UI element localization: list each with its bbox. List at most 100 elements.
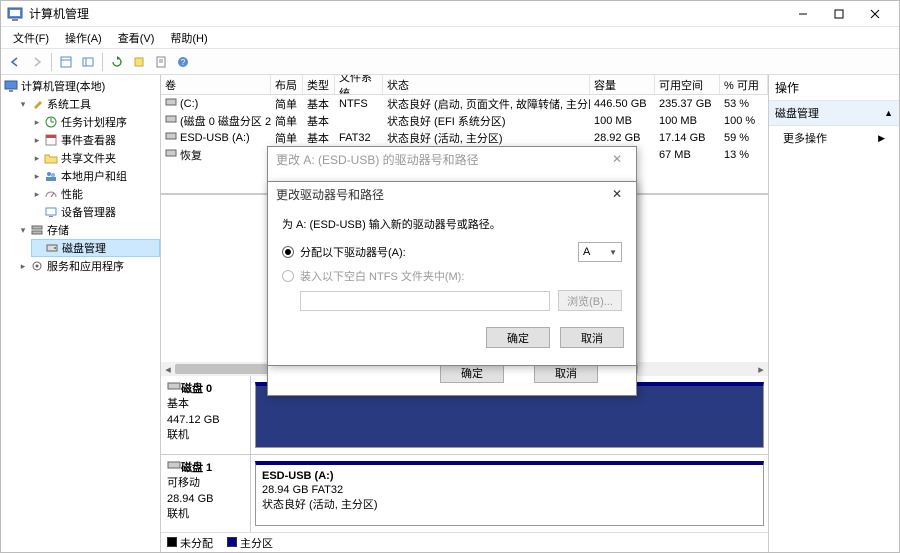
help-button[interactable]: ? bbox=[173, 52, 193, 72]
close-icon[interactable]: ✕ bbox=[606, 184, 628, 204]
radio-mount-folder[interactable]: 装入以下空白 NTFS 文件夹中(M): bbox=[282, 268, 622, 284]
svg-text:?: ? bbox=[181, 58, 186, 67]
collapse-icon: ▲ bbox=[884, 108, 893, 118]
disk-graphical-view: 磁盘 0 基本 447.12 GB 联机 磁盘 1 可移动 28.94 GB 联 bbox=[161, 376, 768, 532]
col-pct[interactable]: % 可用 bbox=[720, 75, 768, 94]
removable-disk-icon bbox=[167, 459, 181, 471]
expander-icon[interactable]: ▸ bbox=[31, 134, 43, 146]
actions-pane: 操作 磁盘管理 ▲ 更多操作 ▶ bbox=[769, 75, 899, 552]
cancel-button[interactable]: 取消 bbox=[560, 327, 624, 348]
browse-button: 浏览(B)... bbox=[558, 290, 622, 311]
actions-more[interactable]: 更多操作 ▶ bbox=[769, 126, 899, 150]
expander-icon[interactable]: ▸ bbox=[31, 116, 43, 128]
dialog-title[interactable]: 更改驱动器号和路径 ✕ bbox=[268, 182, 636, 206]
expander-icon[interactable]: ▸ bbox=[31, 170, 43, 182]
device-icon bbox=[43, 204, 59, 220]
col-layout[interactable]: 布局 bbox=[271, 75, 303, 94]
legend-swatch-primary bbox=[227, 537, 237, 547]
expander-icon[interactable]: ▸ bbox=[31, 188, 43, 200]
expander-icon[interactable]: ▾ bbox=[17, 98, 29, 110]
tree-pane: 计算机管理(本地) ▾ 系统工具 ▸任务计划程序 bbox=[1, 75, 161, 552]
volume-icon bbox=[165, 96, 177, 111]
col-capacity[interactable]: 容量 bbox=[590, 75, 655, 94]
dialog-change-letter: 更改驱动器号和路径 ✕ 为 A: (ESD-USB) 输入新的驱动器号或路径。 … bbox=[267, 181, 637, 366]
expander-icon[interactable]: ▸ bbox=[31, 152, 43, 164]
tree-devmgr[interactable]: 设备管理器 bbox=[31, 203, 160, 221]
disk-icon bbox=[167, 380, 181, 392]
titlebar: 计算机管理 bbox=[1, 1, 899, 27]
users-icon bbox=[43, 168, 59, 184]
radio-assign-letter[interactable]: 分配以下驱动器号(A): A ▼ bbox=[282, 242, 622, 262]
volume-row[interactable]: (磁盘 0 磁盘分区 2)简单基本状态良好 (EFI 系统分区)100 MB10… bbox=[161, 112, 768, 129]
app-title: 计算机管理 bbox=[29, 5, 785, 22]
tree-scheduler[interactable]: ▸任务计划程序 bbox=[31, 113, 160, 131]
app-window: 计算机管理 文件(F) 操作(A) 查看(V) 帮助(H) ? bbox=[0, 0, 900, 553]
tree-sharedfolders[interactable]: ▸共享文件夹 bbox=[31, 149, 160, 167]
tree-systools[interactable]: ▾ 系统工具 bbox=[17, 95, 160, 113]
col-volume[interactable]: 卷 bbox=[161, 75, 271, 94]
storage-icon bbox=[29, 222, 45, 238]
volume-icon bbox=[165, 147, 177, 162]
col-status[interactable]: 状态 bbox=[383, 75, 590, 94]
close-button[interactable] bbox=[857, 1, 893, 26]
forward-button[interactable] bbox=[27, 52, 47, 72]
tree-localusers[interactable]: ▸本地用户和组 bbox=[31, 167, 160, 185]
drive-letter-combo[interactable]: A ▼ bbox=[578, 242, 622, 262]
properties-button[interactable] bbox=[151, 52, 171, 72]
wrench-icon bbox=[29, 96, 45, 112]
folder-icon bbox=[43, 150, 59, 166]
col-free[interactable]: 可用空间 bbox=[655, 75, 720, 94]
toolbar-icon[interactable] bbox=[78, 52, 98, 72]
toolbar-icon[interactable] bbox=[56, 52, 76, 72]
volume-icon bbox=[165, 113, 177, 128]
event-icon bbox=[43, 132, 59, 148]
disk1-header: 磁盘 1 可移动 28.94 GB 联机 bbox=[161, 455, 251, 532]
menu-view[interactable]: 查看(V) bbox=[110, 28, 163, 48]
computer-icon bbox=[3, 78, 19, 94]
menu-file[interactable]: 文件(F) bbox=[5, 28, 57, 48]
volume-header: 卷 布局 类型 文件系统 状态 容量 可用空间 % 可用 bbox=[161, 75, 768, 95]
legend-swatch-unalloc bbox=[167, 537, 177, 547]
mount-path-input bbox=[300, 291, 550, 311]
menubar: 文件(F) 操作(A) 查看(V) 帮助(H) bbox=[1, 27, 899, 49]
radio-icon bbox=[282, 270, 294, 282]
toolbar-icon[interactable] bbox=[129, 52, 149, 72]
close-icon[interactable]: ✕ bbox=[606, 149, 628, 169]
toolbar: ? bbox=[1, 49, 899, 75]
actions-header: 操作 bbox=[769, 75, 899, 101]
disk-row-1[interactable]: 磁盘 1 可移动 28.94 GB 联机 ESD-USB (A:) 28.94 … bbox=[161, 454, 768, 532]
minimize-button[interactable] bbox=[785, 1, 821, 26]
clock-icon bbox=[43, 114, 59, 130]
expander-icon[interactable]: ▾ bbox=[17, 224, 29, 236]
tree-eventviewer[interactable]: ▸事件查看器 bbox=[31, 131, 160, 149]
chevron-right-icon: ▶ bbox=[878, 133, 885, 144]
radio-icon bbox=[282, 246, 294, 258]
expander-icon[interactable]: ▸ bbox=[17, 260, 29, 272]
col-fs[interactable]: 文件系统 bbox=[335, 75, 383, 94]
tree-diskmgmt[interactable]: 磁盘管理 bbox=[31, 239, 160, 257]
volume-row[interactable]: (C:)简单基本NTFS状态良好 (启动, 页面文件, 故障转储, 主分区)44… bbox=[161, 95, 768, 112]
maximize-button[interactable] bbox=[821, 1, 857, 26]
ok-button[interactable]: 确定 bbox=[486, 327, 550, 348]
refresh-button[interactable] bbox=[107, 52, 127, 72]
disk0-header: 磁盘 0 基本 447.12 GB 联机 bbox=[161, 376, 251, 454]
back-button[interactable] bbox=[5, 52, 25, 72]
dialog-title: 更改 A: (ESD-USB) 的驱动器号和路径 ✕ bbox=[268, 147, 636, 171]
tree-services[interactable]: ▸服务和应用程序 bbox=[17, 257, 160, 275]
volume-icon bbox=[165, 130, 177, 145]
menu-action[interactable]: 操作(A) bbox=[57, 28, 110, 48]
tree-root[interactable]: 计算机管理(本地) bbox=[3, 77, 160, 95]
disk1-partition[interactable]: ESD-USB (A:) 28.94 GB FAT32 状态良好 (活动, 主分… bbox=[255, 461, 764, 526]
actions-group[interactable]: 磁盘管理 ▲ bbox=[769, 101, 899, 126]
gear-icon bbox=[29, 258, 45, 274]
menu-help[interactable]: 帮助(H) bbox=[162, 28, 215, 48]
legend: 未分配 主分区 bbox=[161, 532, 768, 552]
volume-row[interactable]: ESD-USB (A:)简单基本FAT32状态良好 (活动, 主分区)28.92… bbox=[161, 129, 768, 146]
disk-icon bbox=[44, 240, 60, 256]
tree-perf[interactable]: ▸性能 bbox=[31, 185, 160, 203]
chevron-down-icon: ▼ bbox=[609, 248, 617, 257]
tree-storage[interactable]: ▾ 存储 bbox=[17, 221, 160, 239]
app-icon bbox=[7, 6, 23, 22]
col-type[interactable]: 类型 bbox=[303, 75, 335, 94]
dialog-prompt: 为 A: (ESD-USB) 输入新的驱动器号或路径。 bbox=[282, 216, 622, 232]
